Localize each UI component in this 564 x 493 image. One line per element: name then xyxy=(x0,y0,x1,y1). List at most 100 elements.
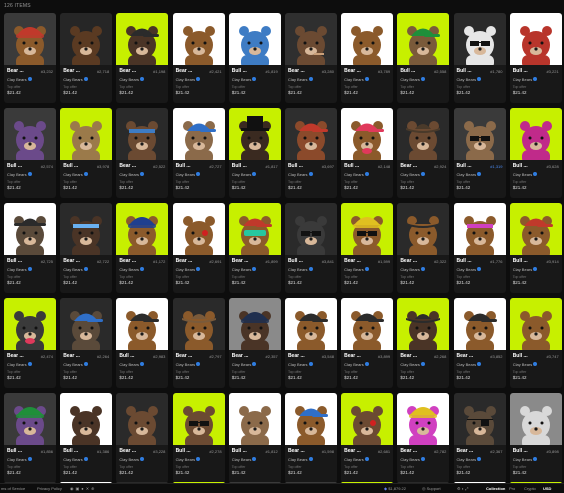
nft-card[interactable]: Bull ... #2,558 Clay Bears Top offer $21… xyxy=(397,13,450,103)
collection-name[interactable]: Clay Bears xyxy=(119,172,139,177)
nft-image[interactable] xyxy=(509,298,562,350)
nft-image[interactable] xyxy=(509,203,562,255)
nft-image[interactable] xyxy=(60,13,113,65)
nft-image[interactable] xyxy=(453,13,506,65)
nft-image[interactable] xyxy=(4,203,56,255)
collection-name[interactable]: Clay Bears xyxy=(513,457,533,462)
collection-name[interactable]: Clay Bears xyxy=(63,172,83,177)
collection-name[interactable]: Clay Bears xyxy=(288,172,308,177)
tab-crypto[interactable]: Crypto xyxy=(524,486,536,491)
nft-card[interactable]: Bear ... #3,232 Clay Bears Top offer $21… xyxy=(4,13,56,103)
tab-collection[interactable]: Collection xyxy=(486,486,505,491)
nft-card[interactable]: Bull ... #1,386 Clay Bears Top offer $21… xyxy=(60,393,113,483)
collection-name[interactable]: Clay Bears xyxy=(288,457,308,462)
nft-card[interactable]: Bear ... #3,228 Clay Bears Top offer $21… xyxy=(116,393,169,483)
collection-name[interactable]: Clay Bears xyxy=(63,267,83,272)
nft-card[interactable]: Bear ... #2,421 Clay Bears Top offer $21… xyxy=(172,13,225,103)
nft-card[interactable]: Bear ... #1,172 Clay Bears Top offer $21… xyxy=(116,203,169,293)
nft-card[interactable]: Bear ... #2,722 Clay Bears Top offer $21… xyxy=(60,203,113,293)
nft-card[interactable]: Bear ... #2,357 Clay Bears Top offer $21… xyxy=(228,298,281,388)
privacy-link[interactable]: Privacy Policy xyxy=(37,486,62,491)
nft-image[interactable] xyxy=(4,393,56,445)
theme-icon[interactable]: ◐ xyxy=(462,486,464,491)
collection-name[interactable]: Clay Bears xyxy=(176,457,196,462)
collection-name[interactable]: Clay Bears xyxy=(344,362,364,367)
nft-card[interactable]: Bull ... #1,780 Clay Bears Top offer $21… xyxy=(453,13,506,103)
collection-name[interactable]: Clay Bears xyxy=(400,77,420,82)
nft-card[interactable]: Bear ... #2,322 Clay Bears Top offer $21… xyxy=(397,203,450,293)
nft-card[interactable]: Bear ... #1,198 Clay Bears Top offer $21… xyxy=(116,13,169,103)
nft-image[interactable] xyxy=(284,108,337,160)
nft-image[interactable] xyxy=(60,108,113,160)
nft-card[interactable]: Bull ... #3,898 Clay Bears Top offer $21… xyxy=(509,393,562,483)
collection-name[interactable]: Clay Bears xyxy=(288,362,308,367)
collection-name[interactable]: Clay Bears xyxy=(176,172,196,177)
nft-card[interactable]: Bull ... #3,841 Clay Bears Top offer $21… xyxy=(284,203,337,293)
nft-card[interactable]: Bull ... #2,278 Clay Bears Top offer $21… xyxy=(172,393,225,483)
nft-card[interactable]: Bear ... #2,691 Clay Bears Top offer $21… xyxy=(172,203,225,293)
collection-name[interactable]: Clay Bears xyxy=(513,77,533,82)
nft-image[interactable] xyxy=(4,108,56,160)
collection-name[interactable]: Clay Bears xyxy=(176,267,196,272)
nft-image[interactable] xyxy=(228,298,281,350)
collection-name[interactable]: Clay Bears xyxy=(232,457,252,462)
nft-card[interactable]: Bear ... #2,681 Clay Bears Top offer $21… xyxy=(341,393,394,483)
nft-image[interactable] xyxy=(397,298,450,350)
nft-image[interactable] xyxy=(453,298,506,350)
nft-card[interactable]: Bull ... #2,148 Clay Bears Top offer $21… xyxy=(341,108,394,198)
nft-card[interactable]: Bull ... #1,319 Clay Bears Top offer $21… xyxy=(453,108,506,198)
nft-image[interactable] xyxy=(60,203,113,255)
collection-name[interactable]: Clay Bears xyxy=(63,77,83,82)
nft-card[interactable]: Bear ... #2,268 Clay Bears Top offer $21… xyxy=(397,298,450,388)
nft-image[interactable] xyxy=(284,393,337,445)
nft-image[interactable] xyxy=(453,108,506,160)
collection-name[interactable]: Clay Bears xyxy=(344,457,364,462)
nft-card[interactable]: Bull ... #1,776 Clay Bears Top offer $21… xyxy=(453,203,506,293)
collection-name[interactable]: Clay Bears xyxy=(119,362,139,367)
nft-card[interactable]: Bull ... #3,978 Clay Bears Top offer $21… xyxy=(60,108,113,198)
nft-card[interactable]: Bull ... #3,221 Clay Bears Top offer $21… xyxy=(509,13,562,103)
nft-image[interactable] xyxy=(509,13,562,65)
nft-image[interactable] xyxy=(341,13,394,65)
nft-card[interactable]: Bear ... #2,718 Clay Bears Top offer $21… xyxy=(60,13,113,103)
nft-image[interactable] xyxy=(60,393,113,445)
nft-card[interactable]: Bull ... #1,856 Clay Bears Top offer $21… xyxy=(4,393,56,483)
nft-card[interactable]: Bear ... #3,548 Clay Bears Top offer $21… xyxy=(284,298,337,388)
nft-card[interactable]: Bear ... #2,522 Clay Bears Top offer $21… xyxy=(116,108,169,198)
currency-toggle[interactable]: USD xyxy=(543,486,551,491)
collection-name[interactable]: Clay Bears xyxy=(119,77,139,82)
nft-image[interactable] xyxy=(116,203,169,255)
nft-card[interactable]: Bull ... #1,812 Clay Bears Top offer $21… xyxy=(228,393,281,483)
collection-name[interactable]: Clay Bears xyxy=(513,267,533,272)
nft-image[interactable] xyxy=(172,108,225,160)
collection-name[interactable]: Clay Bears xyxy=(7,457,27,462)
nft-image[interactable] xyxy=(228,393,281,445)
nft-image[interactable] xyxy=(4,298,56,350)
collection-name[interactable]: Clay Bears xyxy=(344,172,364,177)
nft-image[interactable] xyxy=(228,13,281,65)
collection-name[interactable]: Clay Bears xyxy=(400,457,420,462)
collection-name[interactable]: Clay Bears xyxy=(232,362,252,367)
nft-card[interactable]: Bull ... #1,819 Clay Bears Top offer $21… xyxy=(228,13,281,103)
collection-name[interactable]: Clay Bears xyxy=(457,457,477,462)
nft-image[interactable] xyxy=(172,298,225,350)
tab-pro[interactable]: Pro xyxy=(509,486,515,491)
nft-card[interactable]: Bear ... #2,474 Clay Bears Top offer $21… xyxy=(4,298,56,388)
nft-image[interactable] xyxy=(341,298,394,350)
collection-name[interactable]: Clay Bears xyxy=(7,267,27,272)
nft-image[interactable] xyxy=(4,13,56,65)
nft-image[interactable] xyxy=(60,298,113,350)
collection-name[interactable]: Clay Bears xyxy=(7,172,27,177)
nft-image[interactable] xyxy=(397,203,450,255)
nft-card[interactable]: Bear ... #3,852 Clay Bears Top offer $21… xyxy=(453,298,506,388)
collection-name[interactable]: Clay Bears xyxy=(7,77,27,82)
collection-name[interactable]: Clay Bears xyxy=(513,362,533,367)
nft-image[interactable] xyxy=(509,108,562,160)
collection-name[interactable]: Clay Bears xyxy=(400,267,420,272)
nft-image[interactable] xyxy=(453,203,506,255)
nft-card[interactable]: Bear ... #2,367 Clay Bears Top offer $21… xyxy=(453,393,506,483)
collection-name[interactable]: Clay Bears xyxy=(457,362,477,367)
nft-card[interactable]: Bull ... #3,628 Clay Bears Top offer $21… xyxy=(509,108,562,198)
nft-image[interactable] xyxy=(172,393,225,445)
nft-image[interactable] xyxy=(341,108,394,160)
